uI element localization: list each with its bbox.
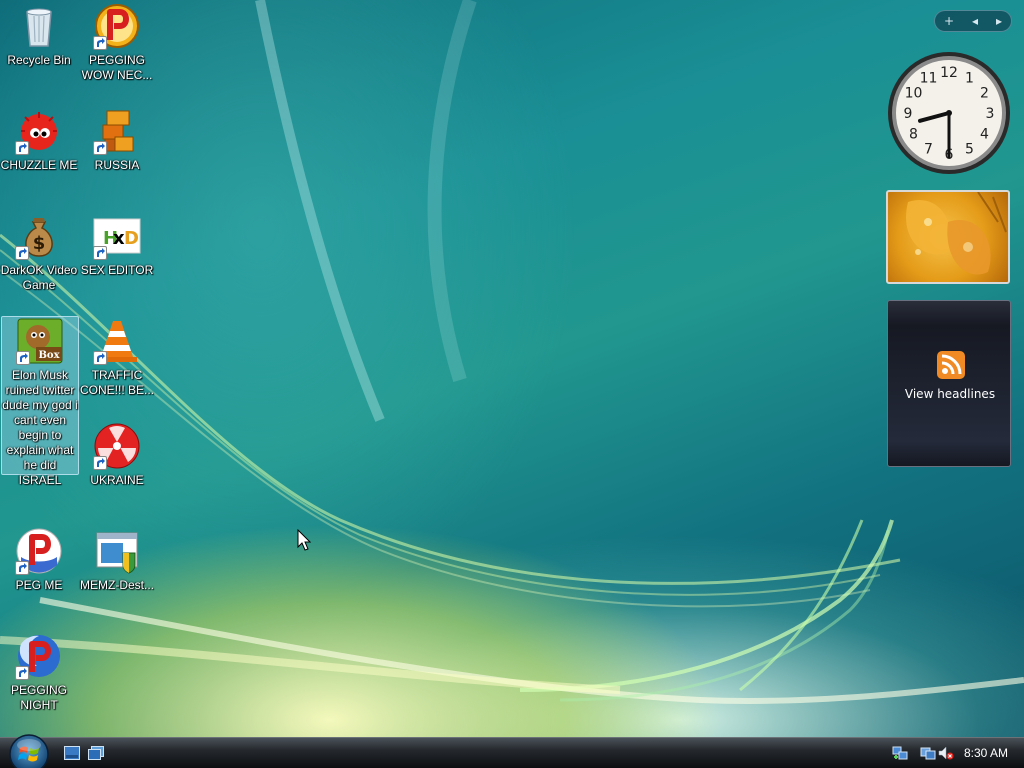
shortcut-arrow-icon (93, 246, 107, 260)
wireless-icon[interactable] (920, 745, 936, 761)
volume-muted-icon[interactable] (938, 745, 954, 761)
clock-numeral: 4 (980, 127, 989, 143)
clock-gadget[interactable]: 121234567891011 (886, 50, 1012, 176)
svg-text:D: D (124, 228, 139, 249)
clock-numeral: 10 (905, 86, 923, 102)
add-gadget-button[interactable]: + (944, 14, 954, 28)
desktop-icon-traffic-cone[interactable]: TRAFFIC CONE!!! BE... (78, 317, 156, 398)
slideshow-gadget[interactable] (886, 190, 1010, 284)
notification-area: 8:30 AM (884, 738, 1024, 768)
sidebar-controls: + ◂ ▸ (934, 10, 1012, 32)
desktop-icon-sex-editor[interactable]: HxD SEX EDITOR (78, 212, 156, 278)
desktop-icon-pegging-night[interactable]: PEGGING NIGHT (0, 632, 78, 713)
mouse-pointer-icon (297, 529, 311, 551)
money-bag-icon: $ (15, 212, 63, 260)
show-desktop-icon[interactable] (64, 746, 80, 760)
desktop-icon-label: DarkOK Video Game (0, 263, 78, 292)
desktop-icon-elon-musk[interactable]: Box Elon Musk ruined twitter dude my god… (1, 316, 79, 487)
next-page-button[interactable]: ▸ (996, 14, 1002, 28)
desktop-icon-chuzzle[interactable]: CHUZZLE ME (0, 107, 78, 173)
shortcut-arrow-icon (15, 666, 29, 680)
desktop-icon-ukraine[interactable]: UKRAINE (78, 422, 156, 488)
desktop-icon-label: Recycle Bin (7, 53, 71, 67)
desktop-icon-label: Elon Musk ruined twitter dude my god i c… (2, 368, 78, 487)
peggle-nights-icon (15, 632, 63, 680)
rss-icon (937, 351, 965, 379)
shortcut-arrow-icon (15, 246, 29, 260)
desktop-icon-darkok[interactable]: $ DarkOK Video Game (0, 212, 78, 293)
desktop-icon-label: MEMZ-Dest... (80, 578, 154, 592)
clock-numeral: 3 (986, 106, 995, 122)
desktop-icon-label: PEG ME (15, 578, 63, 592)
clock-numeral: 5 (965, 142, 974, 158)
shortcut-arrow-icon (16, 351, 30, 365)
hxd-editor-icon: HxD (93, 212, 141, 260)
shortcut-arrow-icon (93, 456, 107, 470)
peggle-p-icon (93, 2, 141, 50)
clock-numeral: 12 (940, 65, 958, 81)
game-blocks-icon (93, 107, 141, 155)
radiation-icon (93, 422, 141, 470)
peggle-p-icon (15, 527, 63, 575)
switch-windows-icon[interactable] (88, 746, 104, 760)
shortcut-arrow-icon (15, 561, 29, 575)
clock-numeral: 2 (980, 86, 989, 102)
windows-orb-icon[interactable] (8, 733, 50, 768)
desktop-icon-label: TRAFFIC CONE!!! BE... (79, 368, 154, 397)
desktop-icon-label: RUSSIA (94, 158, 140, 172)
clock-numeral: 9 (904, 106, 913, 122)
memz-window-icon (93, 527, 141, 575)
desktop-icon-russia[interactable]: RUSSIA (78, 107, 156, 173)
desktop-icon-peg-me[interactable]: PEG ME (0, 527, 78, 593)
shortcut-arrow-icon (15, 141, 29, 155)
feed-headlines-gadget[interactable]: View headlines (887, 300, 1011, 467)
view-headlines-link[interactable]: View headlines (888, 387, 1012, 401)
clock-numeral: 11 (920, 71, 938, 87)
desktop-icon-label: CHUZZLE ME (0, 158, 78, 172)
desktop-icon-pegging-wow[interactable]: PEGGING WOW NEC... (78, 2, 156, 83)
zuma-box-icon: Box (16, 317, 64, 365)
desktop-icon-recycle-bin[interactable]: Recycle Bin (0, 2, 78, 68)
chuzzle-icon (15, 107, 63, 155)
desktop-icon-label: PEGGING NIGHT (10, 683, 67, 712)
desktop-icon-memz[interactable]: MEMZ-Dest... (78, 527, 156, 593)
network-icon[interactable] (892, 745, 908, 761)
svg-text:Box: Box (38, 350, 60, 361)
shortcut-arrow-icon (93, 141, 107, 155)
svg-text:$: $ (33, 233, 46, 254)
previous-page-button[interactable]: ◂ (972, 14, 978, 28)
clock-face: 121234567891011 (888, 52, 1010, 174)
leaf-photo (906, 192, 1007, 275)
taskbar: 8:30 AM (0, 734, 1024, 768)
clock-numeral: 1 (965, 71, 974, 87)
shortcut-arrow-icon (93, 351, 107, 365)
vlc-cone-icon (93, 317, 141, 365)
shortcut-arrow-icon (93, 36, 107, 50)
clock-numeral: 8 (909, 127, 918, 143)
desktop-icon-label: PEGGING WOW NEC... (81, 53, 153, 82)
clock-numeral: 7 (924, 142, 933, 158)
clock-time[interactable]: 8:30 AM (964, 746, 1008, 760)
desktop-icon-label: UKRAINE (90, 473, 144, 487)
recycle-bin-icon (15, 2, 63, 50)
desktop-icon-label: SEX EDITOR (80, 263, 154, 277)
